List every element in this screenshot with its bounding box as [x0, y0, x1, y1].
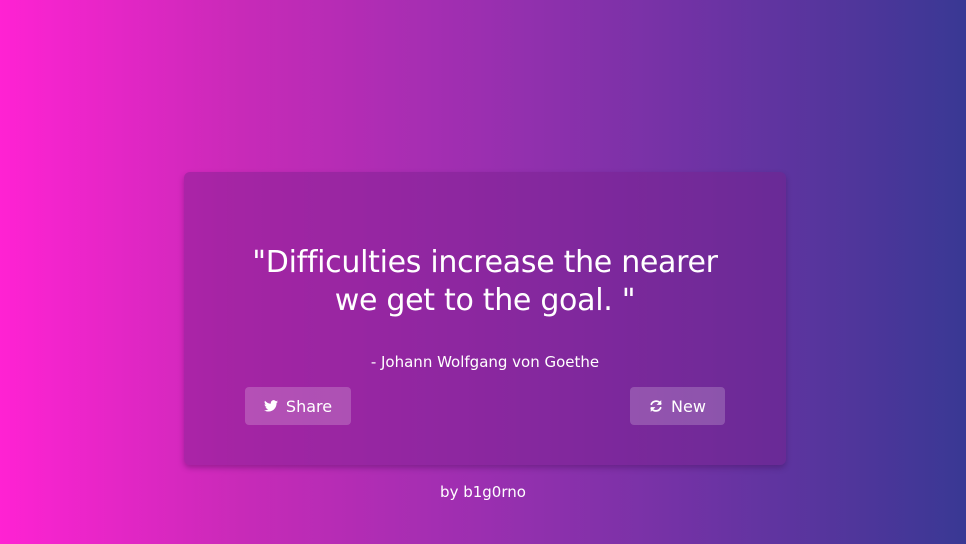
refresh-icon	[649, 399, 663, 413]
quote-author: - Johann Wolfgang von Goethe	[370, 353, 600, 371]
twitter-icon	[263, 399, 278, 413]
share-button[interactable]: Share	[245, 387, 351, 425]
quote-card: "Difficulties increase the nearer we get…	[184, 172, 786, 465]
new-label: New	[671, 396, 706, 416]
quote-text: "Difficulties increase the nearer we get…	[224, 244, 746, 320]
author-credit: by b1g0rno	[440, 483, 526, 501]
quote-line-1: "Difficulties increase the nearer	[252, 245, 718, 280]
new-quote-button[interactable]: New	[630, 387, 725, 425]
share-label: Share	[285, 396, 333, 416]
quote-line-2: we get to the goal. "	[334, 283, 636, 318]
